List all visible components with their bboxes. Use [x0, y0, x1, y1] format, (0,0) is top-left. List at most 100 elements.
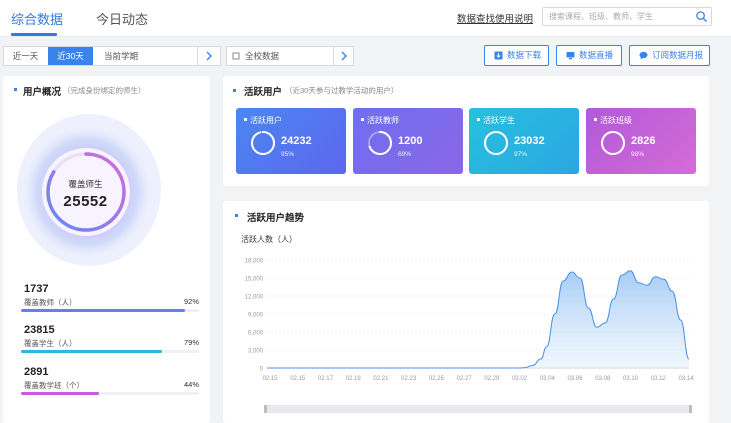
stat-label: 覆盖教学班（个）	[24, 381, 84, 390]
zoom-slider-track[interactable]	[264, 405, 692, 413]
zoom-slider-handle-right[interactable]	[689, 405, 692, 413]
stat-track	[21, 350, 199, 353]
active-users-title: 活跃用户	[244, 87, 283, 98]
tile-value: 1200	[398, 135, 423, 147]
tile-active-users[interactable]: 活跃用户 24232 95%	[236, 108, 346, 174]
divider	[333, 47, 334, 65]
area-fill	[267, 270, 689, 368]
tile-name: 活跃用户	[244, 116, 282, 125]
download-button[interactable]: 数据下载	[484, 45, 549, 66]
stat-progress-bar	[21, 392, 100, 395]
stat-progress-bar	[21, 309, 185, 312]
download-label: 数据下载	[507, 50, 542, 60]
tile-value: 23032	[514, 135, 545, 147]
download-icon	[494, 51, 503, 60]
tile-active-students[interactable]: 活跃学生 23032 97%	[469, 108, 579, 174]
y-tick-label: 18,000	[245, 259, 264, 265]
school-scope-label: 全校数据	[245, 51, 280, 61]
y-tick-label: 3,000	[248, 349, 264, 355]
x-tick-label: 02.25	[429, 376, 445, 382]
section-marker	[233, 89, 236, 92]
tile-active-classes[interactable]: 活跃班级 2826 98%	[586, 108, 696, 174]
tile-ring	[484, 131, 508, 155]
search-box	[542, 7, 712, 26]
chat-icon	[639, 51, 648, 60]
y-tick-label: 12,000	[245, 295, 264, 301]
x-tick-label: 02.27	[457, 376, 473, 382]
stat-value: 23815	[24, 324, 55, 336]
x-tick-label: 02.19	[346, 376, 362, 382]
x-tick-label: 03.12	[651, 376, 667, 382]
tile-active-teachers[interactable]: 活跃教师 1200 69%	[353, 108, 463, 174]
top-bar: 综合数据 今日动态 数据查找使用说明	[0, 0, 731, 37]
help-link[interactable]: 数据查找使用说明	[457, 11, 533, 25]
trend-chart: 0 3,000 6,000 9,000 12,000 15,000 18,000 02.15 0…	[245, 259, 694, 413]
tab-today[interactable]: 今日动态	[96, 9, 148, 28]
x-tick-label: 02.23	[401, 376, 417, 382]
building-icon	[232, 52, 240, 60]
monitor-icon	[566, 52, 575, 60]
stat-value: 2891	[24, 366, 49, 378]
search-input[interactable]	[549, 10, 689, 23]
active-users-card: 活跃用户 （近30天参与过教学活动的用户） 活跃用户 24232 95% 活跃教…	[223, 76, 709, 186]
tile-ring	[368, 131, 392, 155]
zoom-slider-handle-left[interactable]	[264, 405, 267, 413]
y-tick-label: 15,000	[245, 277, 264, 283]
period-option-30days[interactable]: 近30天	[48, 47, 93, 65]
x-tick-label: 03.02	[512, 376, 528, 382]
x-tick-label: 03.04	[540, 376, 556, 382]
tile-name: 活跃教师	[361, 116, 399, 125]
live-screen-button[interactable]: 数据直播	[556, 45, 622, 66]
x-tick-label: 03.06	[568, 376, 584, 382]
live-screen-label: 数据直播	[579, 50, 614, 60]
stat-teachers: 1737 覆盖教师（人） 92%	[21, 283, 201, 319]
period-option-semester[interactable]: 当前学期	[94, 47, 149, 65]
y-tick-label: 0	[260, 367, 264, 373]
subscribe-report-label: 订阅数据月报	[652, 50, 704, 60]
search-icon[interactable]	[695, 10, 708, 23]
tab-overview[interactable]: 综合数据	[11, 9, 63, 28]
y-tick-label: 6,000	[248, 331, 264, 337]
period-option-day[interactable]: 近一天	[4, 47, 47, 65]
donut-center	[42, 148, 130, 236]
donut-center-label: 覆盖师生	[68, 179, 103, 189]
chevron-right-icon[interactable]	[338, 50, 350, 62]
x-tick-label: 03.08	[595, 376, 611, 382]
active-trend-card: 活跃用户趋势 活跃人数（人） 0 3,000 6,000 9,000 12,000 15,…	[223, 201, 709, 423]
active-users-subtitle: （近30天参与过教学活动的用户）	[285, 86, 399, 95]
chevron-right-icon[interactable]	[203, 50, 215, 62]
tile-ring	[251, 131, 275, 155]
stat-students: 23815 覆盖学生（人） 79%	[21, 324, 201, 360]
stat-label: 覆盖教师（人）	[24, 298, 77, 307]
period-selector: 近一天 近30天 当前学期	[3, 46, 221, 66]
user-overview-card: 用户概况 （完成身份绑定的师生） 覆盖师生 25552 1737 覆盖教师（人）…	[3, 76, 210, 423]
tile-name: 活跃学生	[477, 116, 515, 125]
stat-progress-bar	[21, 350, 162, 353]
tile-ring	[601, 131, 625, 155]
stat-track	[21, 309, 199, 312]
x-tick-label: 02.21	[373, 376, 389, 382]
stat-percent: 44%	[183, 380, 199, 389]
tile-percent: 98%	[631, 151, 645, 158]
stat-percent: 92%	[183, 297, 199, 306]
x-tick-label: 02.29	[484, 376, 500, 382]
tile-percent: 97%	[514, 151, 528, 158]
tile-value: 2826	[631, 135, 656, 147]
tile-name: 活跃班级	[594, 116, 632, 125]
stat-percent: 79%	[183, 338, 199, 347]
x-tick-label: 02.15	[262, 376, 278, 382]
x-tick-label: 03.10	[623, 376, 639, 382]
tile-percent: 95%	[281, 151, 295, 158]
stat-track	[21, 392, 199, 395]
stat-value: 1737	[24, 283, 49, 295]
school-scope-selector[interactable]: 全校数据	[226, 46, 354, 66]
x-tick-label: 02.15	[290, 376, 306, 382]
x-tick-label: 02.17	[318, 376, 334, 382]
active-tab-indicator	[11, 33, 57, 36]
x-tick-label: 03.14	[678, 376, 694, 382]
y-tick-label: 9,000	[248, 313, 264, 319]
stat-classes: 2891 覆盖教学班（个） 44%	[21, 366, 201, 402]
subscribe-report-button[interactable]: 订阅数据月报	[629, 45, 710, 66]
divider	[197, 47, 198, 65]
donut-center-value: 25552	[63, 193, 108, 210]
